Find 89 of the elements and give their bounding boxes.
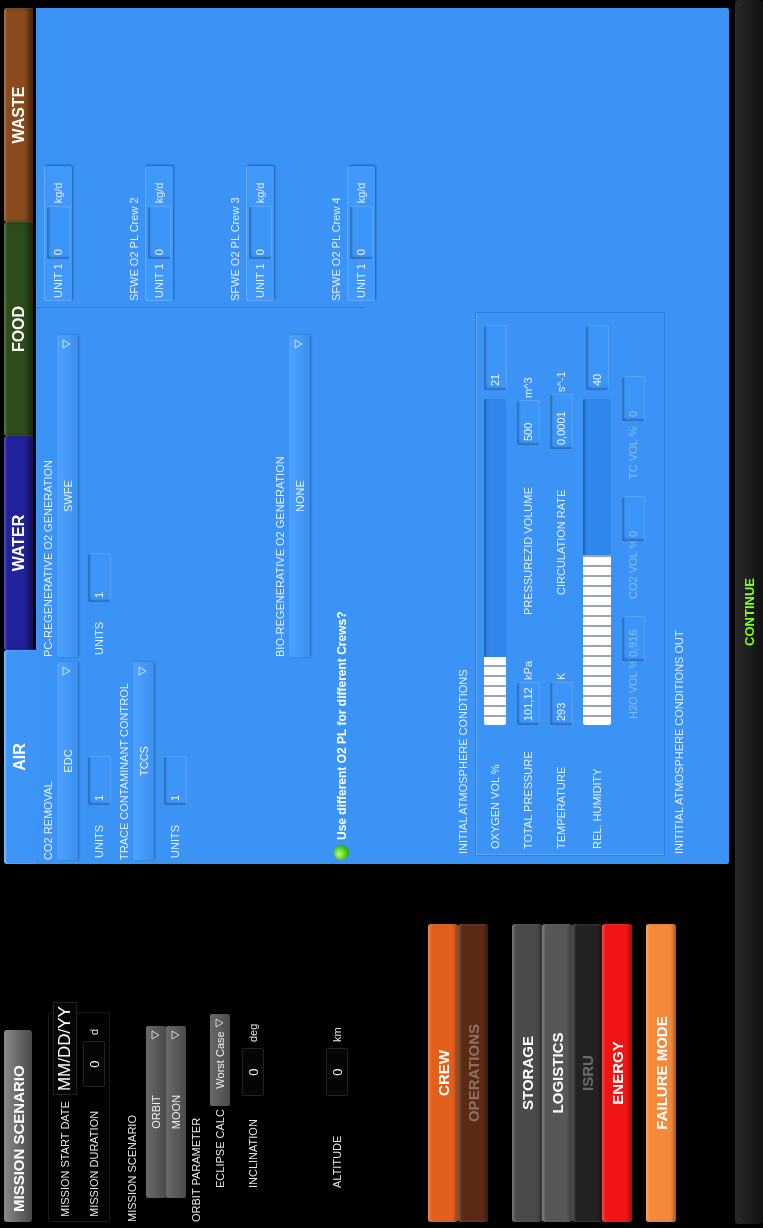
unit-text: kg/d [355,182,367,204]
caret-icon [215,1018,224,1028]
units-label: UNITS [169,825,181,858]
tab[interactable]: WATER [4,436,33,650]
units-field[interactable]: 1 [164,757,186,805]
section-label: PC-REGENERATIVE O2 GENERATION [42,459,54,657]
field-label: TEMPERATURE [555,765,567,849]
dropdown[interactable]: TCCS [133,662,154,860]
field-label: CIRCULATION RATE [555,488,567,595]
field-label: TOTAL PRESSURE [522,750,534,849]
unit-label: UNIT 1 [52,263,64,298]
altitude-field[interactable]: 0 [326,1048,348,1096]
option-label: Use different O2 PL for different Crews? [334,611,349,840]
unit-text: kg/d [254,182,266,204]
caret-icon [62,666,71,676]
units-field[interactable]: 1 [88,554,110,602]
unit-text: kPa [522,659,534,682]
dropdown[interactable]: MOON [166,1026,186,1198]
inclination-field[interactable]: 0 [242,1048,264,1096]
caret-icon [171,1030,180,1040]
crew-label: SFWE O2 PL Crew 4 [330,196,342,301]
unit-text: kg/d [153,182,165,204]
field-label: REL. HUMIDITY [591,767,603,849]
unit-text: deg [247,1023,259,1042]
tab[interactable]: FOOD [4,222,33,436]
output-field: 0,916 [622,617,644,661]
humidity-slider[interactable] [583,399,611,725]
unit-label: UNIT 1 [355,263,367,298]
unit-text: d [88,1028,100,1035]
module-button[interactable]: ENERGY [602,924,632,1222]
output-label: TC VOL % [627,425,639,479]
section-label: ORBIT PARAMETER [190,1117,202,1222]
tab[interactable]: AIR [4,650,36,864]
dropdown[interactable]: ORBIT [146,1026,166,1198]
value-field[interactable]: 0 [249,207,271,260]
unit-text: m^3 [522,377,534,400]
dropdown[interactable]: SWFE [57,335,78,657]
field-label: MISSION START DATE [59,1101,71,1217]
unit-text: K [555,671,567,682]
tab[interactable]: WASTE [4,8,33,222]
units-label: UNITS [93,622,105,655]
field-label: MISSION DURATION [88,1109,100,1217]
dropdown[interactable]: NONE [289,335,310,657]
value-field[interactable]: 21 [484,326,506,390]
units-field[interactable]: 1 [88,757,110,805]
value-field[interactable]: 0 [47,207,69,260]
output-field: 0 [622,497,644,541]
section-label: INITIAL ATMOSPHERE CONDTIONS [457,669,469,854]
unit-label: UNIT 1 [254,263,266,298]
unit-text: s^-1 [555,371,567,394]
caret-icon [138,666,147,676]
value-field[interactable]: 0,0001 [550,395,572,449]
section-label: CO2 REMOVAL [42,780,54,860]
crew-label: SFWE O2 PL Crew 3 [229,196,241,301]
value-field[interactable]: 40 [586,326,608,390]
date-field[interactable]: MM/DD/YY [53,1002,77,1096]
module-button[interactable]: FAILURE MODE [646,924,676,1222]
section-label: BIO-REGENERATIVE O2 GENERATION [274,455,286,657]
output-field: 0 [622,377,644,421]
caret-icon [62,339,71,349]
toggle-lamp[interactable] [334,845,349,860]
dropdown[interactable]: Worst Case [210,1014,230,1106]
field-label: PRESSUREZID VOLUME [522,486,534,615]
duration-field[interactable]: 0 [83,1041,105,1087]
oxygen-slider[interactable] [484,399,506,725]
value-field[interactable]: 0 [148,207,170,260]
crew-label: SFWE O2 PL Crew 2 [128,196,140,301]
value-field[interactable]: 101,12 [517,683,539,725]
module-button[interactable]: LOGISTICS [542,924,572,1222]
value-field[interactable]: 500 [517,401,539,445]
units-label: UNITS [93,825,105,858]
module-button[interactable]: CREW [428,924,458,1222]
mission-scenario-header[interactable]: MISSION SCENARIO [4,1030,32,1222]
section-label: INITITIAL ATMOSPHERE CONDITIONS OUT [673,630,685,854]
field-label: OXYGEN VOL % [489,763,501,849]
unit-text: km [331,1027,343,1042]
section-label: TRACE CONTAMINANT CONTROL [118,682,130,860]
field-label: ALTITUDE [331,1134,343,1188]
dropdown[interactable]: EDC [57,662,78,860]
value-field[interactable]: 0 [350,207,372,260]
continue-button[interactable]: CONTINUE [735,0,763,1224]
field-label: INCLINATION [247,1118,259,1188]
section-label: MISSION SCENARIO [126,1115,138,1222]
caret-icon [294,339,303,349]
value-field[interactable]: 293 [550,683,572,725]
unit-text: kg/d [52,182,64,204]
unit-label: UNIT 1 [153,263,165,298]
caret-icon [151,1030,160,1040]
module-button[interactable]: STORAGE [512,924,542,1222]
